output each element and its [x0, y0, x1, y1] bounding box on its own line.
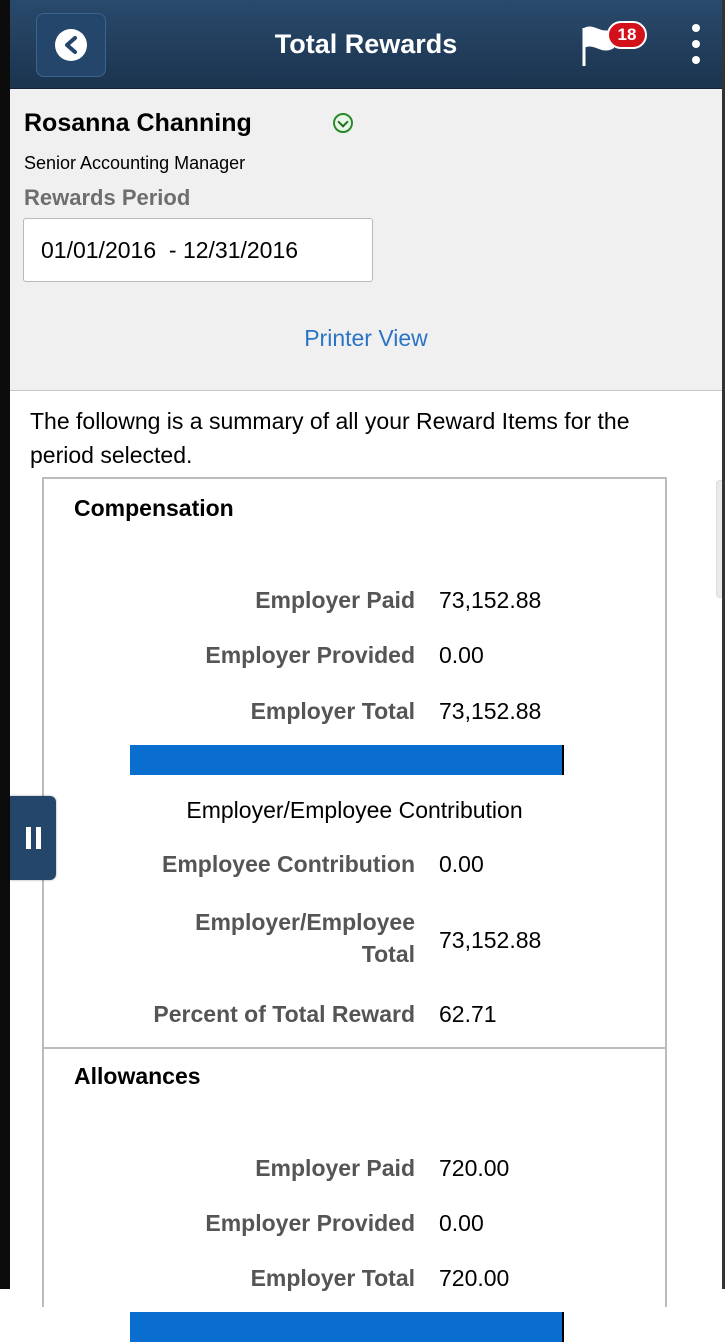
employer-total-bar — [130, 1312, 564, 1342]
rewards-period-label: Rewards Period — [24, 185, 191, 210]
vertical-dots-icon[interactable] — [690, 24, 702, 68]
employee-contribution-value: 0.00 — [439, 851, 484, 877]
pause-bar-icon — [35, 827, 41, 849]
employer-provided-value: 0.00 — [439, 642, 484, 668]
percent-total-label: Percent of Total Reward — [153, 1001, 415, 1027]
employer-total-value: 73,152.88 — [439, 698, 542, 724]
employer-total-value: 720.00 — [439, 1265, 510, 1291]
side-panel-toggle-button[interactable] — [10, 796, 56, 880]
employee-contribution-label: Employee Contribution — [162, 851, 415, 877]
bar-end-marker — [562, 745, 564, 775]
app-header: Total Rewards 18 — [10, 0, 722, 89]
percent-total-value: 62.71 — [439, 1001, 497, 1027]
printer-view-link[interactable]: Printer View — [10, 325, 722, 352]
section-title: Compensation — [74, 495, 234, 521]
employee-job-title: Senior Accounting Manager — [24, 153, 246, 173]
employer-total-label: Employer Total — [250, 698, 415, 724]
notification-badge[interactable]: 18 — [607, 21, 647, 49]
rewards-period-dropdown[interactable]: 01/01/2016 - 12/31/2016 — [23, 218, 373, 282]
employee-banner: Rosanna Channing Senior Accounting Manag… — [10, 89, 722, 391]
combined-total-label: Employer/Employee Total — [195, 906, 415, 970]
employer-total-label: Employer Total — [250, 1265, 415, 1291]
bar-end-marker — [562, 1312, 564, 1342]
employer-provided-label: Employer Provided — [205, 642, 415, 668]
employer-total-bar — [130, 745, 564, 775]
allowances-section: Allowances Employer Paid 720.00 Employer… — [42, 1047, 667, 1342]
employer-provided-value: 0.00 — [439, 1210, 484, 1236]
employer-paid-label: Employer Paid — [255, 587, 415, 613]
combined-total-value: 73,152.88 — [439, 927, 542, 953]
employer-total-bar-fill — [130, 745, 564, 775]
compensation-section: Compensation Employer Paid 73,152.88 Emp… — [42, 477, 667, 1049]
section-title: Allowances — [74, 1063, 201, 1089]
employer-paid-value: 73,152.88 — [439, 587, 542, 613]
combined-total-label-line2: Total — [361, 941, 415, 967]
pause-bar-icon — [25, 827, 31, 849]
window-frame-left — [0, 0, 10, 1289]
contribution-heading: Employer/Employee Contribution — [186, 797, 523, 823]
employer-provided-label: Employer Provided — [205, 1210, 415, 1236]
combined-total-label-line1: Employer/Employee — [195, 909, 415, 935]
employee-name: Rosanna Channing — [24, 109, 252, 137]
employer-paid-value: 720.00 — [439, 1155, 510, 1181]
employer-total-bar-fill — [130, 1312, 564, 1342]
chevron-down-circle-icon[interactable] — [333, 113, 353, 133]
summary-intro-text: The followng is a summary of all your Re… — [30, 408, 630, 468]
employer-paid-label: Employer Paid — [255, 1155, 415, 1181]
